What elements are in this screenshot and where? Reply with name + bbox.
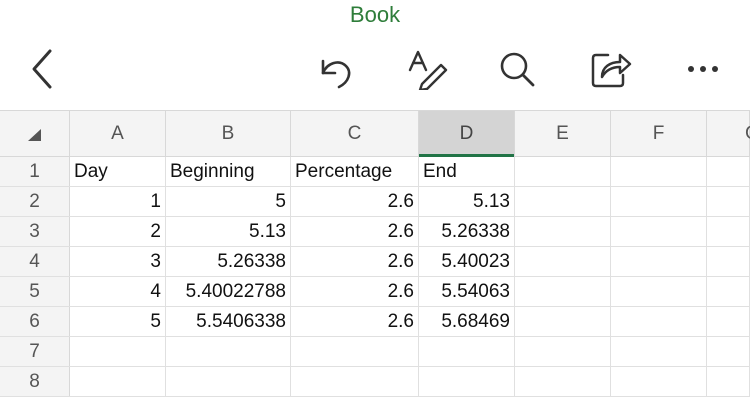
search-icon — [497, 49, 537, 89]
row-header[interactable]: 5 — [0, 277, 70, 306]
toolbar — [0, 38, 750, 100]
cell-a5[interactable]: 4 — [70, 277, 166, 306]
cell-g4[interactable] — [707, 247, 750, 276]
search-button[interactable] — [494, 38, 540, 100]
cell-d3[interactable]: 5.26338 — [419, 217, 515, 246]
select-all-triangle-icon — [27, 128, 43, 147]
cell-f4[interactable] — [611, 247, 707, 276]
more-button[interactable] — [680, 38, 726, 100]
cell-b3[interactable]: 5.13 — [166, 217, 291, 246]
cell-c7[interactable] — [291, 337, 419, 366]
column-header-b[interactable]: B — [166, 111, 291, 156]
row-header[interactable]: 2 — [0, 187, 70, 216]
cell-b2[interactable]: 5 — [166, 187, 291, 216]
cell-b7[interactable] — [166, 337, 291, 366]
cell-a4[interactable]: 3 — [70, 247, 166, 276]
cell-d1[interactable]: End — [419, 157, 515, 186]
workbook-title: Book — [349, 2, 401, 27]
cell-d5[interactable]: 5.54063 — [419, 277, 515, 306]
draw-button[interactable] — [404, 38, 450, 100]
select-all-corner[interactable] — [0, 111, 70, 156]
cell-c2[interactable]: 2.6 — [291, 187, 419, 216]
cell-b6[interactable]: 5.5406338 — [166, 307, 291, 336]
row-header[interactable]: 6 — [0, 307, 70, 336]
cell-d4[interactable]: 5.40023 — [419, 247, 515, 276]
cell-a1[interactable]: Day — [70, 157, 166, 186]
undo-button[interactable] — [312, 38, 358, 100]
table-row: 8 — [0, 367, 750, 397]
column-header-g[interactable]: G — [707, 111, 750, 156]
cell-f3[interactable] — [611, 217, 707, 246]
table-row: 2 1 5 2.6 5.13 — [0, 187, 750, 217]
cell-f5[interactable] — [611, 277, 707, 306]
cell-g6[interactable] — [707, 307, 750, 336]
cell-b5[interactable]: 5.40022788 — [166, 277, 291, 306]
cell-e3[interactable] — [515, 217, 611, 246]
text-pen-icon — [406, 48, 448, 90]
undo-icon — [315, 49, 355, 89]
cell-c5[interactable]: 2.6 — [291, 277, 419, 306]
cell-g5[interactable] — [707, 277, 750, 306]
chevron-left-icon — [28, 47, 56, 91]
share-button[interactable] — [588, 38, 634, 100]
table-row: 5 4 5.40022788 2.6 5.54063 — [0, 277, 750, 307]
cell-e7[interactable] — [515, 337, 611, 366]
table-row: 6 5 5.5406338 2.6 5.68469 — [0, 307, 750, 337]
cell-e2[interactable] — [515, 187, 611, 216]
cell-f1[interactable] — [611, 157, 707, 186]
table-row: 4 3 5.26338 2.6 5.40023 — [0, 247, 750, 277]
table-row: 3 2 5.13 2.6 5.26338 — [0, 217, 750, 247]
cell-d6[interactable]: 5.68469 — [419, 307, 515, 336]
column-header-a[interactable]: A — [70, 111, 166, 156]
cell-a7[interactable] — [70, 337, 166, 366]
column-header-f[interactable]: F — [611, 111, 707, 156]
cell-e5[interactable] — [515, 277, 611, 306]
row-header[interactable]: 7 — [0, 337, 70, 366]
cell-a6[interactable]: 5 — [70, 307, 166, 336]
share-icon — [590, 49, 632, 89]
cell-c3[interactable]: 2.6 — [291, 217, 419, 246]
column-header-c[interactable]: C — [291, 111, 419, 156]
cell-e1[interactable] — [515, 157, 611, 186]
cell-f7[interactable] — [611, 337, 707, 366]
spreadsheet-grid: A B C D E F G 1DayBeginningPercentageEnd… — [0, 110, 750, 397]
cell-d7[interactable] — [419, 337, 515, 366]
row-header[interactable]: 3 — [0, 217, 70, 246]
cell-c6[interactable]: 2.6 — [291, 307, 419, 336]
column-header-row: A B C D E F G — [0, 110, 750, 157]
cell-b4[interactable]: 5.26338 — [166, 247, 291, 276]
cell-e4[interactable] — [515, 247, 611, 276]
table-row: 1 Day Beginning Percentage End — [0, 157, 750, 187]
cell-g1[interactable] — [707, 157, 750, 186]
more-icon — [685, 64, 721, 74]
cell-c1[interactable]: Percentage — [291, 157, 419, 186]
back-button[interactable] — [22, 38, 62, 100]
row-header[interactable]: 4 — [0, 247, 70, 276]
cell-c4[interactable]: 2.6 — [291, 247, 419, 276]
cell-a2[interactable]: 1 — [70, 187, 166, 216]
column-header-e[interactable]: E — [515, 111, 611, 156]
cell-f2[interactable] — [611, 187, 707, 216]
cell-g7[interactable] — [707, 337, 750, 366]
cell-e6[interactable] — [515, 307, 611, 336]
cell-g2[interactable] — [707, 187, 750, 216]
cell-f6[interactable] — [611, 307, 707, 336]
cell-g3[interactable] — [707, 217, 750, 246]
row-header[interactable]: 1 — [0, 157, 70, 186]
cell-d2[interactable]: 5.13 — [419, 187, 515, 216]
cell-b1[interactable]: Beginning — [166, 157, 291, 186]
cell-a3[interactable]: 2 — [70, 217, 166, 246]
table-row: 7 — [0, 337, 750, 367]
column-header-d[interactable]: D — [419, 111, 515, 157]
